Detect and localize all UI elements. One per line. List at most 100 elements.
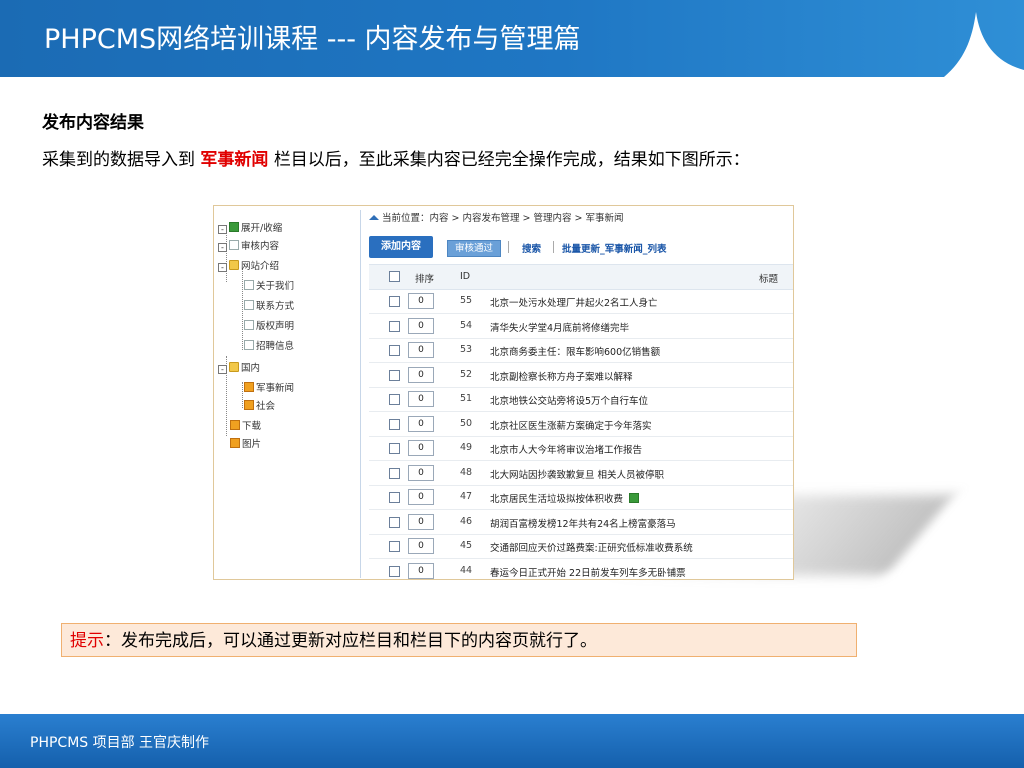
- column-order: 排序: [415, 274, 435, 285]
- table-row: 0 46 胡润百富榜发榜12年共有24名上榜富豪落马: [369, 510, 793, 535]
- row-title-link[interactable]: 清华失火学堂4月底前将修缮完毕: [490, 320, 629, 334]
- tree-item-download[interactable]: 下载: [230, 420, 261, 434]
- row-id: 47: [460, 491, 473, 502]
- embedded-screenshot: - 展开/收缩 - 审核内容 - 网站介绍 关于我们 联系方式 版权声明 招聘信息 -…: [213, 205, 794, 580]
- row-checkbox[interactable]: [389, 394, 400, 405]
- row-id: 52: [460, 368, 473, 380]
- row-title-text: 北京社区医生涨薪方案确定于今年落实: [490, 420, 652, 432]
- intro-after: 栏目以后，至此采集内容已经完全操作完成，结果如下图所示：: [273, 150, 750, 170]
- toolbar: 添加内容 审核通过 搜索 批量更新_军事新闻_列表: [369, 236, 789, 258]
- row-title-text: 胡润百富榜发榜12年共有24名上榜富豪落马: [490, 518, 676, 530]
- order-input[interactable]: 0: [408, 489, 434, 505]
- row-checkbox[interactable]: [389, 320, 400, 332]
- row-title-link[interactable]: 交通部回应天价过路费案:正研究低标准收费系统: [490, 540, 693, 554]
- order-input[interactable]: 0: [408, 440, 434, 456]
- tree-item-domestic-label: 国内: [241, 363, 261, 374]
- audit-icon: [229, 240, 239, 250]
- table-row: 0 45 交通部回应天价过路费案:正研究低标准收费系统: [369, 534, 793, 559]
- row-title-link[interactable]: 北京居民生活垃圾拟按体积收费: [490, 491, 641, 505]
- row-title-link[interactable]: 胡润百富榜发榜12年共有24名上榜富豪落马: [490, 516, 676, 530]
- row-checkbox[interactable]: [389, 467, 400, 479]
- tree-item-audit[interactable]: - 审核内容: [218, 240, 279, 254]
- collapse-icon: -: [218, 243, 227, 252]
- select-all-checkbox[interactable]: [389, 271, 400, 282]
- tree-item-contact[interactable]: 联系方式: [244, 300, 294, 314]
- tree-item-domestic[interactable]: - 国内: [218, 362, 260, 376]
- table-row: 0 48 北大网站因抄袭致歉复旦 相关人员被停职: [369, 461, 793, 486]
- category-tree: - 展开/收缩 - 审核内容 - 网站介绍 关于我们 联系方式 版权声明 招聘信息 -…: [218, 210, 361, 578]
- row-title-link[interactable]: 北京一处污水处理厂井起火2名工人身亡: [490, 295, 658, 309]
- content-panel: 当前位置：内容 > 内容发布管理 > 管理内容 > 军事新闻 添加内容 审核通过…: [365, 206, 793, 579]
- row-checkbox[interactable]: [389, 516, 400, 528]
- row-title-text: 北京一处污水处理厂井起火2名工人身亡: [490, 298, 658, 309]
- category-icon: [230, 420, 240, 430]
- row-checkbox[interactable]: [389, 369, 400, 381]
- tree-item-pictures[interactable]: 图片: [230, 438, 261, 452]
- tree-item-copyright-label: 版权声明: [256, 321, 295, 332]
- tree-item-pictures-label: 图片: [242, 439, 262, 450]
- row-id: 49: [460, 442, 473, 453]
- order-input[interactable]: 0: [408, 562, 434, 579]
- order-input[interactable]: 0: [408, 513, 434, 530]
- row-title-link[interactable]: 北大网站因抄袭致歉复旦 相关人员被停职: [490, 467, 664, 481]
- footer-text: PHPCMS 项目部 王官庆制作: [30, 735, 210, 751]
- search-link[interactable]: 搜索: [522, 241, 541, 255]
- table-row: 0 49 北京市人大今年将审议治堵工作报告: [369, 436, 793, 461]
- row-title-text: 北京地铁公交站旁将设5万个自行车位: [490, 396, 649, 407]
- order-input[interactable]: 0: [408, 538, 434, 554]
- row-title-text: 清华失火学堂4月底前将修缮完毕: [490, 322, 630, 334]
- table-row: 0 54 清华失火学堂4月底前将修缮完毕: [369, 314, 793, 339]
- tree-item-site-intro[interactable]: - 网站介绍: [218, 260, 279, 274]
- table-row: 0 50 北京社区医生涨薪方案确定于今年落实: [369, 412, 793, 437]
- tree-item-society[interactable]: 社会: [244, 400, 275, 414]
- tree-item-jobs[interactable]: 招聘信息: [244, 340, 294, 354]
- column-title[interactable]: 标题: [759, 271, 778, 285]
- tree-item-download-label: 下载: [242, 421, 262, 432]
- order-input[interactable]: 0: [408, 366, 434, 383]
- breadcrumb-text: 当前位置：内容 > 内容发布管理 > 管理内容 > 军事新闻: [382, 213, 624, 224]
- order-input[interactable]: 0: [408, 317, 434, 334]
- row-title-link[interactable]: 北京地铁公交站旁将设5万个自行车位: [490, 393, 648, 407]
- row-checkbox[interactable]: [389, 541, 400, 552]
- folder-icon: [229, 362, 239, 372]
- order-input[interactable]: 0: [408, 293, 434, 309]
- table-row: 0 52 北京副检察长称方舟子案难以解释: [369, 363, 793, 388]
- tree-toggle[interactable]: - 展开/收缩: [218, 222, 282, 236]
- row-checkbox[interactable]: [389, 443, 400, 454]
- row-title-link[interactable]: 北京副检察长称方舟子案难以解释: [490, 369, 633, 383]
- audit-pass-button[interactable]: 审核通过: [447, 240, 501, 257]
- row-checkbox[interactable]: [389, 492, 400, 503]
- order-input[interactable]: 0: [408, 464, 434, 481]
- category-icon: [244, 400, 254, 410]
- row-title-link[interactable]: 北京社区医生涨薪方案确定于今年落实: [490, 418, 652, 432]
- section-heading: 发布内容结果: [42, 113, 144, 133]
- table-row: 0 55 北京一处污水处理厂井起火2名工人身亡: [369, 289, 793, 314]
- row-title-text: 北京商务委主任：限车影响600亿销售额: [490, 347, 661, 358]
- row-title-link[interactable]: 北京商务委主任：限车影响600亿销售额: [490, 344, 660, 358]
- row-title-text: 北京居民生活垃圾拟按体积收费: [490, 494, 624, 505]
- row-checkbox[interactable]: [389, 296, 400, 307]
- row-checkbox[interactable]: [389, 565, 400, 577]
- row-title-link[interactable]: 春运今日正式开始 22日前发车列车多无卧铺票: [490, 565, 686, 579]
- order-input[interactable]: 0: [408, 415, 434, 432]
- row-checkbox[interactable]: [389, 418, 400, 430]
- add-content-button[interactable]: 添加内容: [369, 236, 433, 258]
- order-input[interactable]: 0: [408, 342, 434, 358]
- tree-item-military[interactable]: 军事新闻: [244, 382, 294, 396]
- tree-item-contact-label: 联系方式: [256, 301, 295, 312]
- document-icon: [244, 320, 254, 330]
- row-id: 45: [460, 540, 473, 551]
- row-checkbox[interactable]: [389, 345, 400, 356]
- row-id: 48: [460, 466, 473, 478]
- table-row: 0 47 北京居民生活垃圾拟按体积收费: [369, 485, 793, 510]
- row-id: 54: [460, 319, 473, 331]
- row-title-link[interactable]: 北京市人大今年将审议治堵工作报告: [490, 442, 642, 456]
- header-swoosh-decoration: [944, 12, 1024, 77]
- tree-item-copyright[interactable]: 版权声明: [244, 320, 294, 334]
- order-input[interactable]: 0: [408, 391, 434, 407]
- collapse-icon: -: [218, 225, 227, 234]
- row-id: 50: [460, 417, 473, 429]
- toggle-icon: [229, 222, 239, 232]
- batch-update-link[interactable]: 批量更新_军事新闻_列表: [562, 241, 667, 255]
- tree-item-about[interactable]: 关于我们: [244, 280, 294, 294]
